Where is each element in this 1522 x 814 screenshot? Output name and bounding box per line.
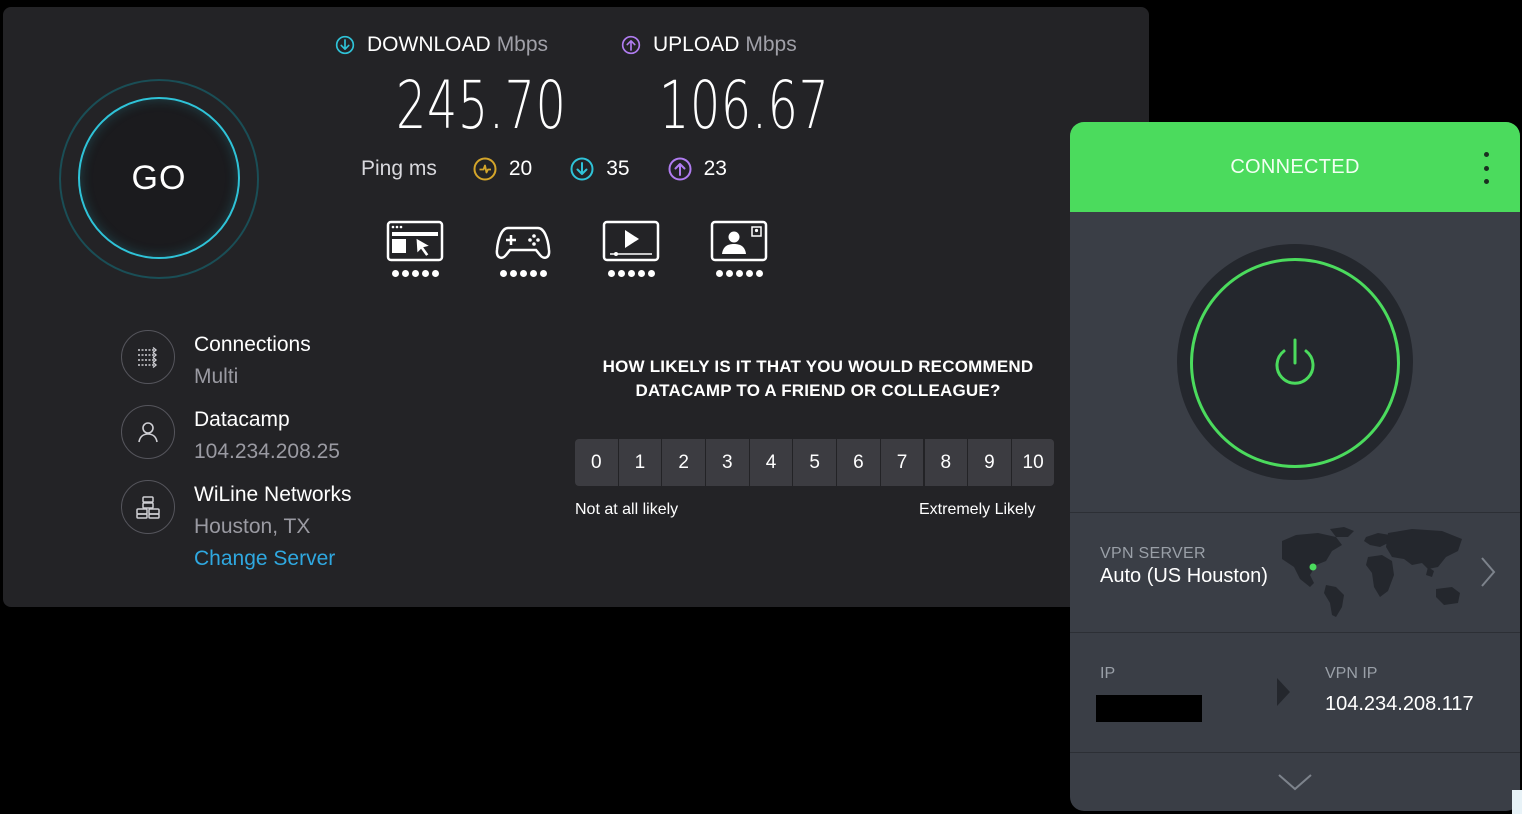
ping-row: Ping ms 20 35 23 bbox=[361, 157, 765, 181]
video-chat-icon bbox=[710, 220, 768, 262]
window-edge bbox=[1512, 790, 1522, 814]
vpn-panel: CONNECTED VPN SERVER Auto (US Houston) I… bbox=[1070, 122, 1520, 811]
change-server-link[interactable]: Change Server bbox=[194, 544, 352, 574]
scale-high-label: Extremely Likely bbox=[919, 501, 1036, 518]
scale-low-label: Not at all likely bbox=[575, 501, 679, 518]
gaming-icon bbox=[495, 226, 551, 259]
score-button[interactable]: 1 bbox=[618, 439, 662, 486]
arrow-down-circle-icon bbox=[335, 35, 355, 55]
download-header: DOWNLOAD Mbps bbox=[335, 33, 548, 57]
upload-label: UPLOAD bbox=[653, 33, 740, 56]
survey-question: HOW LIKELY IS IT THAT YOU WOULD RECOMMEN… bbox=[602, 357, 1034, 400]
vpn-server-selector[interactable]: VPN SERVER Auto (US Houston) bbox=[1070, 513, 1520, 632]
world-map-icon bbox=[1282, 527, 1462, 617]
arrow-up-circle-icon bbox=[621, 35, 641, 55]
ping-idle: 20 bbox=[473, 157, 532, 181]
video-chat-rating bbox=[709, 220, 769, 277]
arrow-down-circle-icon bbox=[570, 157, 594, 181]
ping-download: 35 bbox=[570, 157, 630, 181]
go-label: GO bbox=[131, 158, 187, 197]
video-streaming-rating bbox=[601, 220, 661, 277]
connections-icon bbox=[121, 330, 175, 384]
upload-value: 106.67 bbox=[659, 67, 830, 144]
score-button[interactable]: 0 bbox=[575, 439, 618, 486]
score-button[interactable]: 8 bbox=[924, 439, 967, 486]
ip-label: IP bbox=[1100, 665, 1116, 682]
video-streaming-icon bbox=[602, 220, 660, 262]
score-button[interactable]: 10 bbox=[1011, 439, 1055, 486]
ping-upload: 23 bbox=[668, 157, 727, 181]
arrow-right-icon bbox=[1277, 678, 1290, 706]
host-title: Datacamp bbox=[194, 408, 290, 431]
vpn-ip-label: VPN IP bbox=[1325, 665, 1378, 682]
server-stack-icon bbox=[121, 480, 175, 534]
web-browsing-rating bbox=[385, 220, 445, 277]
score-button[interactable]: 5 bbox=[793, 439, 836, 486]
score-button[interactable]: 4 bbox=[749, 439, 793, 486]
gaming-rating bbox=[493, 220, 553, 277]
power-button[interactable] bbox=[1190, 258, 1400, 468]
vpn-header: CONNECTED bbox=[1070, 122, 1520, 212]
ping-upload-value: 23 bbox=[703, 157, 727, 180]
vpn-server-label: VPN SERVER bbox=[1100, 545, 1206, 562]
arrow-up-circle-icon bbox=[668, 157, 692, 181]
ip-value-redacted bbox=[1096, 695, 1202, 722]
speedtest-panel: GO DOWNLOAD Mbps 245.70 UPLOAD Mbps 106.… bbox=[3, 7, 1149, 607]
connections-info: Connections Multi bbox=[121, 330, 311, 394]
user-icon bbox=[121, 405, 175, 459]
score-button[interactable]: 3 bbox=[706, 439, 749, 486]
score-button[interactable]: 7 bbox=[880, 439, 924, 486]
score-button[interactable]: 9 bbox=[968, 439, 1011, 486]
download-value: 245.70 bbox=[396, 67, 567, 144]
vpn-ip-value: 104.234.208.117 bbox=[1325, 693, 1474, 715]
power-icon bbox=[1275, 338, 1315, 385]
download-label: DOWNLOAD bbox=[367, 33, 491, 56]
quality-icons bbox=[385, 220, 817, 277]
more-menu-icon[interactable] bbox=[1482, 152, 1490, 184]
score-button[interactable]: 2 bbox=[662, 439, 705, 486]
vpn-server-value: Auto (US Houston) bbox=[1100, 565, 1268, 587]
host-info: Datacamp 104.234.208.25 bbox=[121, 405, 340, 469]
ping-label: Ping ms bbox=[361, 157, 437, 180]
server-info: WiLine Networks Houston, TX Change Serve… bbox=[121, 480, 352, 574]
server-location: Houston, TX bbox=[194, 515, 311, 538]
server-title: WiLine Networks bbox=[194, 483, 352, 506]
ping-idle-icon bbox=[473, 157, 497, 181]
upload-header: UPLOAD Mbps bbox=[621, 33, 797, 57]
score-button[interactable]: 6 bbox=[837, 439, 880, 486]
connections-value: Multi bbox=[194, 365, 239, 388]
host-ip: 104.234.208.25 bbox=[194, 440, 340, 463]
connections-title: Connections bbox=[194, 333, 311, 356]
upload-unit: Mbps bbox=[745, 33, 797, 56]
ping-idle-value: 20 bbox=[508, 157, 533, 180]
vpn-status: CONNECTED bbox=[1230, 155, 1360, 178]
divider bbox=[1070, 752, 1520, 753]
download-unit: Mbps bbox=[496, 33, 549, 56]
go-button[interactable]: GO bbox=[78, 97, 240, 259]
chevron-right-icon bbox=[1481, 557, 1496, 587]
ping-download-value: 35 bbox=[606, 157, 630, 180]
chevron-down-icon[interactable] bbox=[1277, 772, 1313, 792]
ip-section: IP VPN IP 104.234.208.117 bbox=[1070, 633, 1520, 752]
web-browsing-icon bbox=[386, 220, 444, 262]
score-scale: 0 1 2 3 4 5 6 7 8 9 10 bbox=[575, 439, 1056, 486]
